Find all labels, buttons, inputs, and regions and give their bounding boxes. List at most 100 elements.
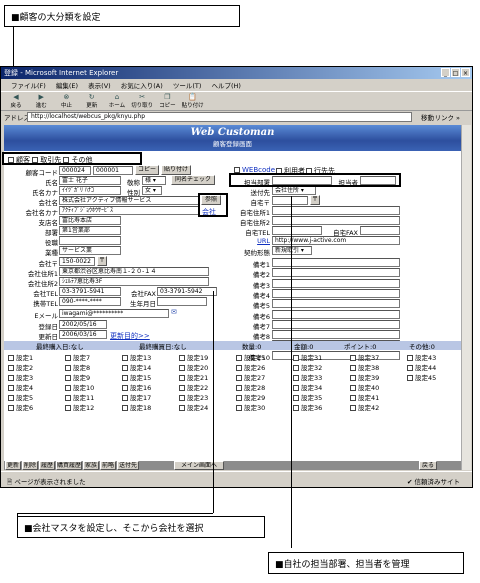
setting-item[interactable]: 設定32 (293, 362, 322, 372)
menu-edit[interactable]: 編集(E) (56, 82, 78, 90)
update-purpose-link[interactable]: 更新目的>> (110, 331, 150, 341)
addr2-input[interactable]: ｼｪﾙﾃｱ恵比寿3F (59, 277, 209, 286)
setting-checkbox[interactable] (179, 395, 185, 401)
menu-view[interactable]: 表示(V) (88, 82, 111, 90)
customer-code2-input[interactable]: 000001 (93, 166, 133, 175)
setting-checkbox[interactable] (65, 395, 71, 401)
setting-item[interactable]: 設定34 (293, 382, 322, 392)
setting-item[interactable]: 設定7 (65, 352, 90, 362)
setting-item[interactable]: 設定45 (407, 372, 436, 382)
menu-file[interactable]: ファイル(F) (11, 82, 46, 90)
setting-checkbox[interactable] (293, 365, 299, 371)
back-button[interactable]: ◀ 戻る (5, 93, 27, 109)
home-fax-input[interactable] (360, 226, 400, 235)
setting-item[interactable]: 設定3 (8, 372, 33, 382)
setting-item[interactable]: 設定21 (179, 372, 208, 382)
maximize-icon[interactable]: □ (451, 68, 460, 77)
setting-checkbox[interactable] (236, 355, 242, 361)
same-name-check-button[interactable]: 同名チェック (171, 175, 215, 185)
vertical-scrollbar[interactable] (461, 125, 471, 470)
setting-item[interactable]: 設定9 (65, 372, 90, 382)
tel-input[interactable]: 03-3791-5941 (59, 287, 121, 296)
setting-item[interactable]: 設定11 (65, 392, 94, 402)
history-button[interactable]: 履歴 (39, 461, 55, 470)
setting-checkbox[interactable] (407, 375, 413, 381)
name-input[interactable]: 富士 花子 (59, 176, 121, 185)
setting-checkbox[interactable] (65, 385, 71, 391)
honorific-select[interactable]: 様 ▾ (142, 176, 166, 185)
setting-item[interactable]: 設定5 (8, 392, 33, 402)
setting-checkbox[interactable] (65, 375, 71, 381)
address-input[interactable]: http://localhost/webcus_pkg/knyu.php (27, 112, 412, 122)
setting-checkbox[interactable] (8, 385, 14, 391)
setting-item[interactable]: 設定13 (122, 352, 151, 362)
setting-checkbox[interactable] (236, 365, 242, 371)
setting-item[interactable]: 設定19 (179, 352, 208, 362)
setting-checkbox[interactable] (350, 395, 356, 401)
setting-item[interactable]: 設定25 (236, 352, 265, 362)
abbrev-button[interactable]: 前略 (100, 461, 116, 470)
setting-item[interactable]: 設定41 (350, 392, 379, 402)
setting-checkbox[interactable] (179, 355, 185, 361)
setting-item[interactable]: 設定30 (236, 402, 265, 412)
setting-item[interactable]: 設定35 (293, 392, 322, 402)
kana-input[interactable]: ｲｲﾂﾞｶﾞﾘ ﾊﾅｺ (59, 186, 121, 195)
setting-item[interactable]: 設定20 (179, 362, 208, 372)
reg-date-input[interactable]: 2002/05/16 (59, 320, 107, 329)
setting-checkbox[interactable] (179, 405, 185, 411)
email-input[interactable]: iwagami@********** (59, 309, 169, 318)
setting-checkbox[interactable] (293, 375, 299, 381)
forward-button[interactable]: ▶ 進む (30, 93, 52, 109)
setting-checkbox[interactable] (293, 395, 299, 401)
setting-item[interactable]: 設定39 (350, 372, 379, 382)
setting-item[interactable]: 設定10 (65, 382, 94, 392)
purchase-history-button[interactable]: 購買履歴 (56, 461, 82, 470)
setting-checkbox[interactable] (293, 355, 299, 361)
menu-help[interactable]: ヘルプ(H) (212, 82, 241, 90)
position-input[interactable] (59, 236, 121, 245)
contract-select[interactable]: 新規取引 ▾ (272, 246, 312, 255)
fax-input[interactable]: 03-3791-5942 (157, 287, 217, 296)
setting-item[interactable]: 設定36 (293, 402, 322, 412)
setting-item[interactable]: 設定44 (407, 362, 436, 372)
setting-checkbox[interactable] (65, 405, 71, 411)
setting-checkbox[interactable] (122, 395, 128, 401)
setting-item[interactable]: 設定17 (122, 392, 151, 402)
setting-checkbox[interactable] (122, 355, 128, 361)
setting-item[interactable]: 設定6 (8, 402, 33, 412)
paste-button[interactable]: 📋 貼り付け (182, 93, 204, 109)
refresh-button[interactable]: ↻ 更新 (81, 93, 103, 109)
setting-checkbox[interactable] (293, 385, 299, 391)
setting-checkbox[interactable] (293, 405, 299, 411)
setting-checkbox[interactable] (8, 365, 14, 371)
setting-item[interactable]: 設定42 (350, 402, 379, 412)
setting-item[interactable]: 設定2 (8, 362, 33, 372)
setting-checkbox[interactable] (65, 355, 71, 361)
setting-checkbox[interactable] (236, 375, 242, 381)
go-button[interactable]: 移動 (421, 112, 434, 122)
setting-item[interactable]: 設定24 (179, 402, 208, 412)
home-zip-button[interactable]: 〒 (310, 195, 320, 205)
setting-checkbox[interactable] (8, 355, 14, 361)
setting-item[interactable]: 設定27 (236, 372, 265, 382)
zip-lookup-button[interactable]: 〒 (97, 256, 107, 266)
branch-input[interactable]: 富比寿本店 (59, 216, 121, 225)
close-icon[interactable]: × (461, 68, 470, 77)
setting-checkbox[interactable] (407, 355, 413, 361)
minimize-icon[interactable]: _ (441, 68, 450, 77)
mobile-input[interactable]: 090-****-**** (59, 297, 121, 306)
setting-checkbox[interactable] (65, 365, 71, 371)
setting-checkbox[interactable] (350, 355, 356, 361)
setting-item[interactable]: 設定40 (350, 382, 379, 392)
addr1-input[interactable]: 東京都渋谷区恵比寿南１-２０-１４ (59, 267, 209, 276)
menu-tools[interactable]: ツール(T) (173, 82, 202, 90)
gender-select[interactable]: 女 ▾ (142, 186, 162, 195)
setting-checkbox[interactable] (350, 365, 356, 371)
upd-date-input[interactable]: 2006/03/16 (59, 330, 107, 339)
setting-checkbox[interactable] (122, 385, 128, 391)
contact-select[interactable]: 会社住所 ▾ (272, 186, 316, 195)
industry-input[interactable]: サービス業 (59, 246, 121, 255)
stop-button[interactable]: ⊗ 中止 (55, 93, 77, 109)
setting-item[interactable]: 設定1 (8, 352, 33, 362)
url-link[interactable]: URL (234, 237, 270, 245)
